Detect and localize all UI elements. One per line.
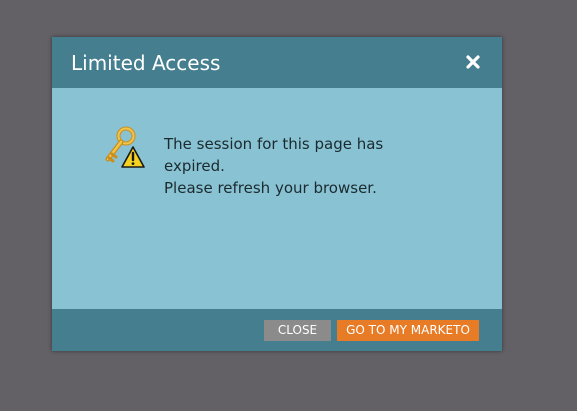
message-line: expired.	[164, 157, 225, 175]
dialog-footer: CLOSE GO TO MY MARKETO	[52, 309, 502, 351]
dialog-header: Limited Access	[52, 37, 502, 88]
dialog-body: The session for this page has expired. P…	[52, 88, 502, 309]
close-icon[interactable]	[464, 53, 482, 71]
message-line: The session for this page has	[164, 135, 384, 153]
close-button[interactable]: CLOSE	[264, 320, 331, 341]
go-to-my-marketo-button[interactable]: GO TO MY MARKETO	[337, 320, 479, 341]
key-warning-icon	[102, 126, 146, 172]
limited-access-dialog: Limited Access The session for this page…	[52, 37, 502, 351]
message-line: Please refresh your browser.	[164, 179, 377, 197]
dialog-title: Limited Access	[71, 51, 221, 75]
session-expired-message: The session for this page has expired. P…	[164, 133, 464, 199]
